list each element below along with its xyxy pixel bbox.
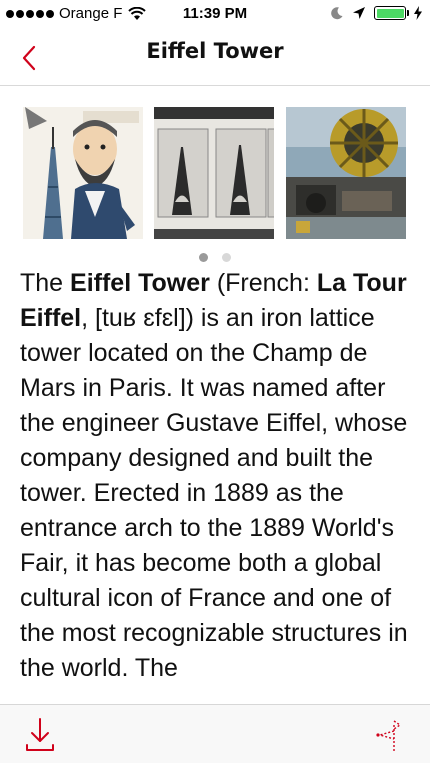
map-pin-icon (376, 720, 402, 751)
machinery-image[interactable] (286, 107, 406, 239)
charging-bolt-icon (414, 6, 422, 20)
caricature-image[interactable] (23, 107, 143, 239)
page-dot-active[interactable] (199, 253, 208, 262)
navigation-bar: Eiffel Tower (0, 30, 430, 86)
bottom-toolbar (0, 704, 430, 763)
tower-prints-image[interactable] (154, 107, 274, 239)
article-bold-term: Eiffel Tower (70, 269, 210, 297)
article-body: The Eiffel Tower (French: La Tour Eiffel… (20, 266, 415, 704)
battery-icon (374, 6, 409, 20)
status-bar: Orange F 11:39 PM (0, 0, 430, 30)
page-title: Eiffel Tower (146, 39, 284, 63)
download-button[interactable] (22, 715, 58, 755)
download-icon (26, 718, 54, 751)
article-text: (French: (209, 269, 317, 297)
location-arrow-icon (353, 7, 365, 19)
image-gallery[interactable] (0, 107, 430, 241)
do-not-disturb-icon (331, 7, 343, 20)
status-right (330, 6, 422, 20)
page-indicator[interactable] (0, 253, 430, 262)
article-text: , [tuʁ ɛfɛl]) is an iron lattice tower l… (20, 304, 408, 682)
article-text: The (20, 269, 71, 297)
route-button[interactable] (374, 717, 404, 753)
page-dot[interactable] (222, 253, 231, 262)
battery-level (376, 8, 404, 18)
